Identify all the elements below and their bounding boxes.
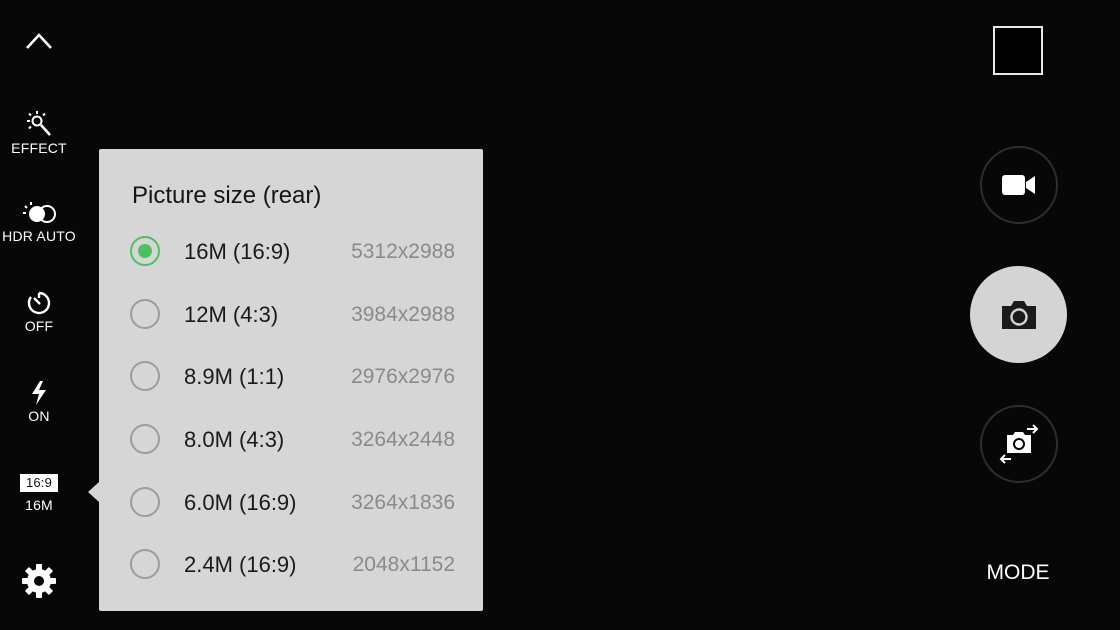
radio-unselected[interactable] <box>130 299 160 329</box>
option-resolution: 3264x2448 <box>351 428 455 451</box>
flash-button[interactable]: ON <box>0 380 78 424</box>
timer-button[interactable]: OFF <box>0 290 78 334</box>
gallery-thumbnail[interactable] <box>993 26 1043 75</box>
option-resolution: 2976x2976 <box>351 365 455 388</box>
settings-button[interactable] <box>0 562 78 600</box>
option-resolution: 2048x1152 <box>352 553 455 576</box>
radio-unselected[interactable] <box>130 487 160 517</box>
flash-label: ON <box>28 408 50 424</box>
hdr-icon <box>23 202 56 223</box>
picture-size-label: 16M <box>25 497 53 513</box>
option-label: 8.0M (4:3) <box>184 427 285 452</box>
picture-size-option[interactable]: 12M (4:3) 3984x2988 <box>99 288 483 344</box>
option-resolution: 5312x2988 <box>351 240 455 263</box>
effect-label: EFFECT <box>11 140 67 156</box>
radio-unselected[interactable] <box>130 361 160 391</box>
popup-title: Picture size (rear) <box>132 182 322 209</box>
popup-pointer <box>88 482 99 502</box>
option-label: 2.4M (16:9) <box>184 552 297 577</box>
switch-camera-button[interactable] <box>980 405 1058 483</box>
option-label: 16M (16:9) <box>184 239 291 264</box>
effect-button[interactable]: EFFECT <box>0 110 78 156</box>
picture-size-button[interactable]: 16:9 16M <box>0 474 78 513</box>
shutter-button[interactable] <box>970 266 1067 363</box>
mode-button[interactable]: MODE <box>968 561 1068 585</box>
flash-icon <box>32 381 46 405</box>
picture-size-popup: Picture size (rear) 16M (16:9) 5312x2988… <box>99 149 483 611</box>
record-video-button[interactable] <box>980 146 1058 224</box>
option-label: 8.9M (1:1) <box>184 364 285 389</box>
ratio-badge: 16:9 <box>20 474 58 492</box>
collapse-button[interactable] <box>0 30 78 52</box>
chevron-up-icon <box>26 33 52 49</box>
option-resolution: 3984x2988 <box>351 303 455 326</box>
left-toolbar: EFFECT HDR AUTO OFF ON 16:9 16M <box>0 0 80 630</box>
hdr-button[interactable]: HDR AUTO <box>0 200 78 244</box>
picture-size-option[interactable]: 8.0M (4:3) 3264x2448 <box>99 413 483 469</box>
option-label: 12M (4:3) <box>184 302 279 327</box>
settings-gear-icon <box>22 564 56 598</box>
hdr-label: HDR AUTO <box>2 228 76 244</box>
radio-selected[interactable] <box>130 236 160 266</box>
timer-icon <box>27 291 51 315</box>
option-label: 6.0M (16:9) <box>184 490 297 515</box>
radio-unselected[interactable] <box>130 424 160 454</box>
picture-size-option[interactable]: 8.9M (1:1) 2976x2976 <box>99 350 483 406</box>
radio-unselected[interactable] <box>130 549 160 579</box>
video-camera-icon <box>1002 175 1035 195</box>
switch-camera-icon <box>999 424 1039 464</box>
effect-wand-icon <box>27 111 51 136</box>
camera-icon <box>1001 300 1036 329</box>
picture-size-option[interactable]: 2.4M (16:9) 2048x1152 <box>99 538 483 594</box>
picture-size-option[interactable]: 6.0M (16:9) 3264x1836 <box>99 476 483 532</box>
option-resolution: 3264x1836 <box>351 491 455 514</box>
picture-size-option[interactable]: 16M (16:9) 5312x2988 <box>99 225 483 281</box>
timer-label: OFF <box>24 318 54 334</box>
